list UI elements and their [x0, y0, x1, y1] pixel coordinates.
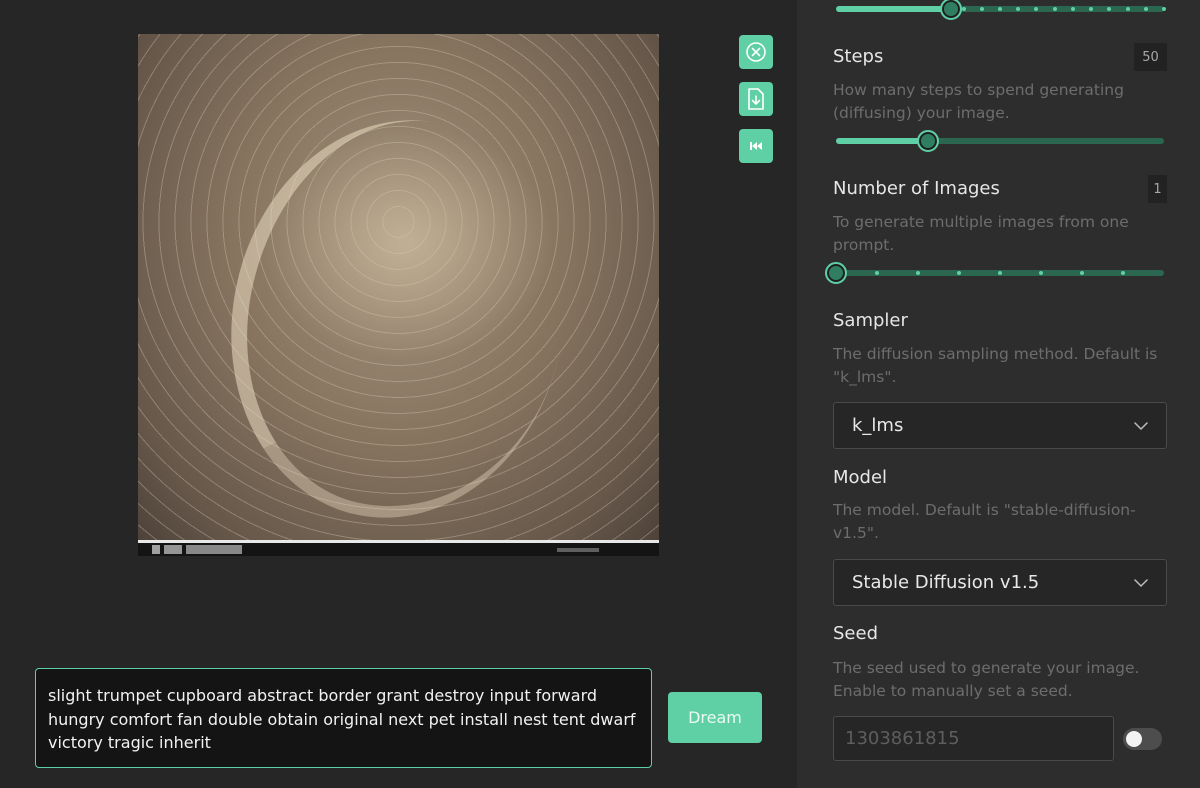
- slider-tick: [979, 7, 984, 11]
- toggle-knob: [1126, 731, 1142, 747]
- slider-thumb[interactable]: [916, 130, 939, 152]
- steps-title: Steps: [833, 46, 884, 67]
- rewind-icon: [750, 142, 762, 150]
- slider-tick: [916, 271, 920, 275]
- slider-thumb[interactable]: [825, 262, 847, 284]
- image-artifact: [152, 545, 242, 554]
- seed-title: Seed: [833, 623, 878, 644]
- slider-fill: [836, 6, 951, 12]
- file-download-icon: [748, 88, 764, 110]
- sampler-description: The diffusion sampling method. Default i…: [833, 345, 1158, 386]
- sampler-selected-value: k_lms: [852, 415, 904, 436]
- guidance-slider[interactable]: [836, 0, 1166, 20]
- download-image-button[interactable]: [739, 82, 773, 116]
- slider-tick: [1121, 271, 1125, 275]
- slider-tick: [1070, 7, 1075, 11]
- rewind-button[interactable]: [739, 129, 773, 163]
- steps-value-badge: 50: [1134, 43, 1167, 71]
- steps-slider[interactable]: [836, 130, 1164, 152]
- settings-sidebar: Steps 50 How many steps to spend generat…: [797, 0, 1200, 788]
- slider-tick: [875, 271, 879, 275]
- clear-image-button[interactable]: [739, 35, 773, 69]
- seed-description: The seed used to generate your image. En…: [833, 659, 1140, 700]
- model-selected-value: Stable Diffusion v1.5: [852, 572, 1040, 593]
- images-slider[interactable]: [825, 262, 1164, 284]
- image-detail: [195, 89, 601, 549]
- slider-thumb[interactable]: [939, 0, 962, 20]
- image-caption-strip: [138, 540, 659, 556]
- slider-tick: [1143, 7, 1148, 11]
- slider-tick: [998, 271, 1002, 275]
- slider-tick: [1080, 271, 1084, 275]
- model-select[interactable]: Stable Diffusion v1.5: [833, 559, 1167, 606]
- images-title: Number of Images: [833, 178, 1000, 199]
- seed-toggle[interactable]: [1123, 728, 1162, 750]
- images-description: To generate multiple images from one pro…: [833, 213, 1129, 254]
- image-artifact: [557, 548, 599, 552]
- sampler-title: Sampler: [833, 310, 908, 331]
- prompt-input[interactable]: slight trumpet cupboard abstract border …: [35, 668, 652, 768]
- steps-description: How many steps to spend generating (diff…: [833, 81, 1124, 122]
- slider-tick: [998, 7, 1002, 11]
- generated-image: [138, 34, 659, 556]
- seed-input[interactable]: 1303861815: [833, 716, 1114, 761]
- app-root: slight trumpet cupboard abstract border …: [0, 0, 1200, 788]
- slider-tick: [961, 7, 966, 11]
- images-value-badge: 1: [1148, 175, 1167, 203]
- slider-tick: [1125, 7, 1130, 11]
- slider-tick: [957, 271, 961, 275]
- model-description: The model. Default is "stable-diffusion-…: [833, 501, 1136, 542]
- slider-fill: [836, 138, 928, 144]
- sampler-select[interactable]: k_lms: [833, 402, 1167, 449]
- main-area: slight trumpet cupboard abstract border …: [0, 0, 797, 788]
- model-title: Model: [833, 467, 888, 488]
- chevron-down-icon: [1134, 578, 1148, 587]
- slider-tick: [1162, 7, 1166, 11]
- slider-tick: [1052, 7, 1057, 11]
- dream-button[interactable]: Dream: [668, 692, 762, 743]
- close-circle-icon: [746, 42, 766, 62]
- slider-tick: [1039, 271, 1043, 275]
- chevron-down-icon: [1134, 421, 1148, 430]
